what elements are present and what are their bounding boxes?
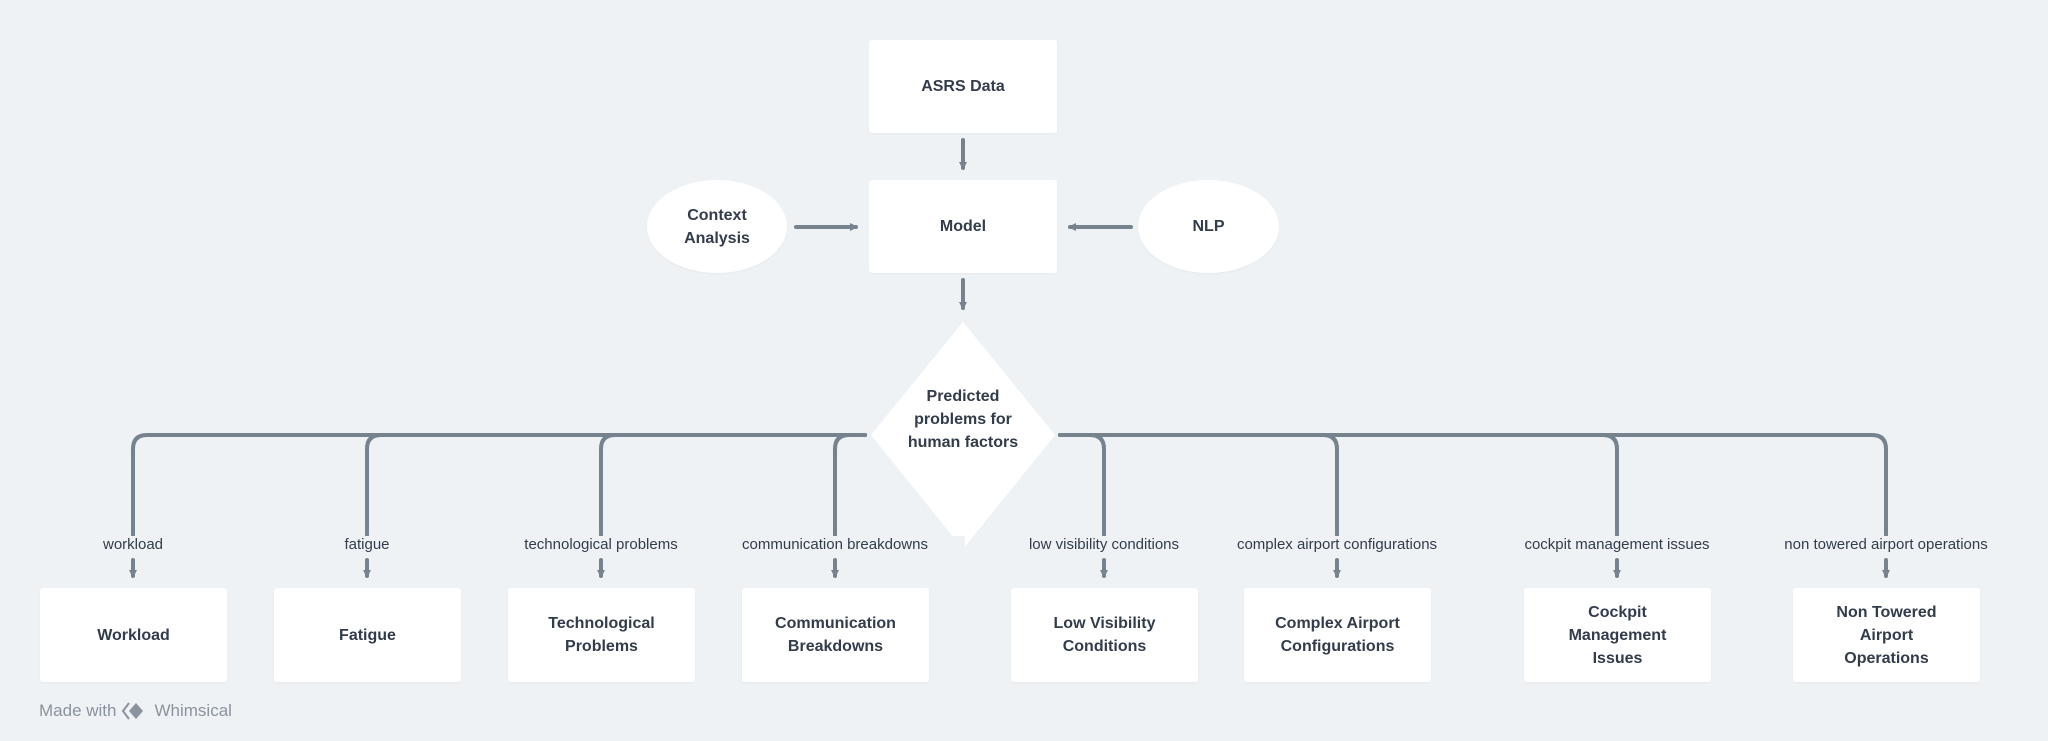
edge-label: cockpit management issues — [1487, 536, 1747, 553]
branch-connector — [365, 433, 867, 537]
factor-label: Workload — [97, 626, 170, 644]
factor-label: Communication Breakdowns — [775, 615, 896, 655]
edge-label: technological problems — [471, 536, 731, 553]
footer-brand: Whimsical — [154, 701, 232, 720]
factor-label: Cockpit Management Issues — [1568, 603, 1667, 667]
edge-label: communication breakdowns — [705, 536, 965, 553]
branch-connector — [131, 433, 867, 537]
asrs-data-node[interactable]: ASRS Data — [869, 40, 1057, 133]
asrs-data-label: ASRS Data — [921, 78, 1005, 95]
factor-label: Technological Problems — [548, 615, 655, 655]
factor-label: Fatigue — [339, 626, 396, 644]
footer-prefix: Made with — [39, 701, 117, 720]
made-with-whimsical[interactable]: Made with Whimsical — [39, 701, 232, 721]
model-node[interactable]: Model — [869, 180, 1057, 273]
branch-connector — [1058, 433, 1888, 537]
context-analysis-node[interactable]: Context Analysis — [647, 180, 787, 273]
context-analysis-label: Context Analysis — [684, 206, 750, 247]
factor-node[interactable]: Communication Breakdowns — [742, 588, 929, 682]
factor-node[interactable]: Non Towered Airport Operations — [1793, 588, 1980, 682]
edge-label: low visibility conditions — [974, 536, 1234, 553]
factor-label: Complex Airport Configurations — [1275, 615, 1400, 655]
factor-label: Low Visibility Conditions — [1053, 615, 1156, 655]
factor-node[interactable]: Complex Airport Configurations — [1244, 588, 1431, 682]
factor-label: Non Towered Airport Operations — [1836, 603, 1937, 667]
nlp-node[interactable]: NLP — [1138, 180, 1279, 273]
factor-node[interactable]: Low Visibility Conditions — [1011, 588, 1198, 682]
factor-node[interactable]: Fatigue — [274, 588, 461, 682]
edge-label: non towered airport operations — [1756, 536, 2016, 553]
branch-connector — [1058, 433, 1339, 537]
whimsical-logo-icon — [122, 702, 144, 720]
edge-label: complex airport configurations — [1207, 536, 1467, 553]
factor-node[interactable]: Cockpit Management Issues — [1524, 588, 1711, 682]
branch-connector — [833, 433, 867, 537]
nlp-label: NLP — [1192, 218, 1225, 235]
factor-node[interactable]: Workload — [40, 588, 227, 682]
factor-node[interactable]: Technological Problems — [508, 588, 695, 682]
edge-label: fatigue — [237, 536, 497, 553]
branch-connector — [1058, 433, 1106, 537]
decision-label: Predicted problems for human factors — [907, 388, 1019, 451]
edge-label: workload — [3, 536, 263, 553]
branch-connector — [599, 433, 867, 537]
model-label: Model — [939, 218, 987, 235]
